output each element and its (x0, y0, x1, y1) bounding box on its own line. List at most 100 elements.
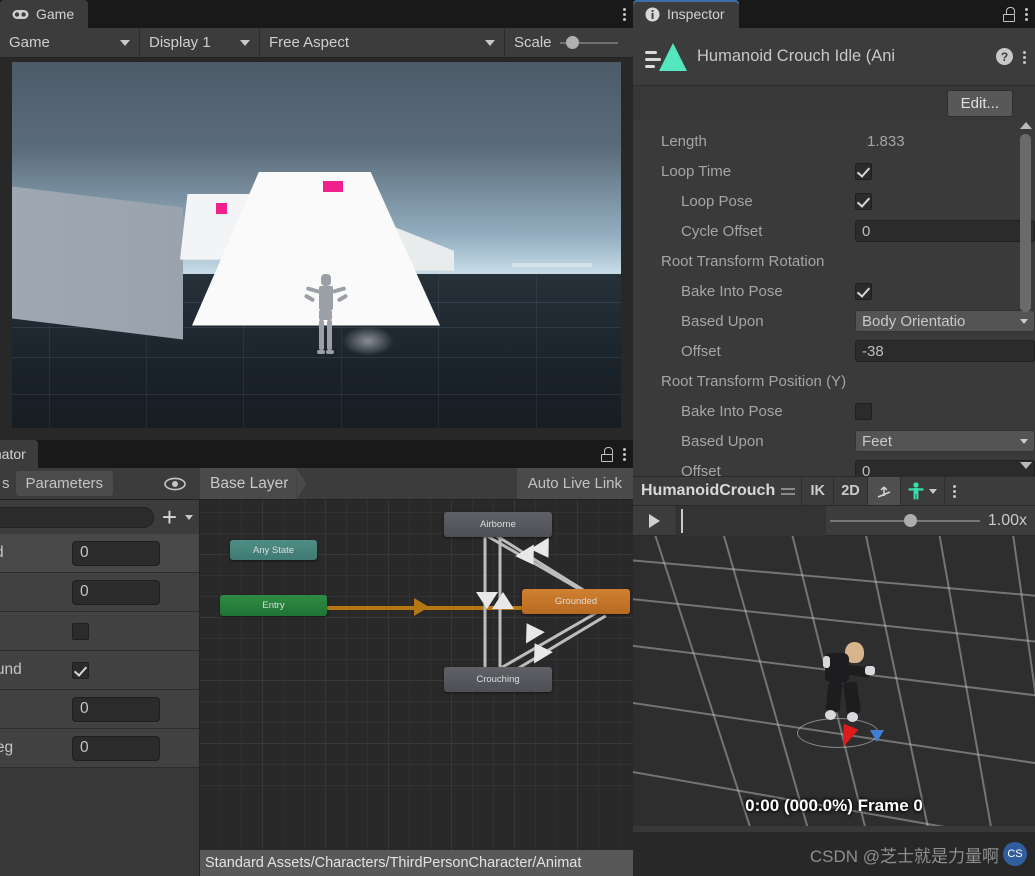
inspector-scroll-thumb[interactable] (1020, 134, 1031, 312)
rot-bake-checkbox[interactable] (855, 282, 872, 300)
state-node-crouching[interactable]: Crouching (444, 667, 552, 692)
cycle-offset-field[interactable]: 0 (855, 220, 1035, 242)
parameter-row-jumpleg[interactable]: npLeg 0 (0, 729, 199, 768)
preview-viewport[interactable]: 0:00 (000.0%) Frame 0 (633, 536, 1035, 826)
parameter-name: npLeg (0, 739, 14, 756)
preview-drag-handle[interactable] (775, 477, 801, 505)
parameter-row-onground[interactable]: Ground (0, 651, 199, 690)
page-title: Humanoid Crouch Idle (Ani (697, 47, 896, 65)
preview-menu-button[interactable] (943, 477, 966, 505)
parameter-value-field[interactable]: 0 (72, 735, 160, 761)
game-aspect-dropdown[interactable]: Free Aspect (260, 28, 505, 57)
parameter-checkbox[interactable] (72, 622, 89, 640)
play-icon (649, 513, 660, 528)
posy-based-value: Feet (862, 432, 893, 450)
state-node-label: Grounded (554, 596, 598, 607)
speed-slider-track[interactable] (829, 514, 980, 527)
game-viewmode-dropdown[interactable]: Game (0, 28, 140, 57)
parameter-value-field[interactable]: 0 (72, 579, 160, 605)
game-render-area (12, 62, 621, 428)
avatar-mask-button[interactable] (899, 477, 944, 505)
loop-pose-checkbox[interactable] (855, 192, 872, 210)
preview-menu-icon[interactable] (953, 483, 957, 499)
tab-game[interactable]: Game (0, 0, 89, 28)
posy-based-label: Based Upon (681, 432, 764, 450)
scale-slider-knob[interactable] (565, 36, 579, 49)
state-node-any-state[interactable]: Any State (230, 540, 317, 560)
parameter-row-jump[interactable]: np 0 (0, 690, 199, 729)
lock-icon[interactable] (600, 446, 614, 462)
parameter-value-field[interactable]: 0 (72, 540, 160, 566)
inspector-tabbar: Inspector (633, 0, 1035, 28)
animator-body: me + ward 0 n 0 uch Ground (0, 500, 633, 876)
transition-arrow-icon (492, 592, 514, 609)
loop-pose-label: Loop Pose (681, 192, 753, 210)
game-scale-slider[interactable]: Scale (505, 28, 633, 57)
tab-animator-label: mator (0, 446, 26, 462)
auto-live-link-button[interactable]: Auto Live Link (516, 468, 633, 499)
chevron-down-icon[interactable] (185, 514, 193, 520)
lock-icon[interactable] (1002, 6, 1016, 22)
subtab-parameters[interactable]: Parameters (15, 471, 114, 496)
pivot-button[interactable] (866, 477, 900, 505)
ik-button[interactable]: IK (801, 477, 833, 505)
breadcrumb-base-layer: Base Layer (210, 474, 289, 492)
tab-animator[interactable]: mator (0, 440, 38, 468)
timeline-playhead[interactable] (681, 508, 683, 533)
row-posy-based: Based Upon Feet (633, 426, 1035, 456)
game-view-canvas[interactable] (12, 62, 621, 428)
rot-based-dropdown[interactable]: Body Orientatio (855, 310, 1035, 332)
inspector-component-menu-icon[interactable] (1023, 49, 1027, 65)
state-machine-graph[interactable]: Any State Entry Airborne Grounded Crouch… (200, 500, 633, 876)
parameter-row-forward[interactable]: ward 0 (0, 534, 199, 573)
animator-panel: mator s Parameters Base Layer (0, 440, 633, 876)
state-node-airborne[interactable]: Airborne (444, 512, 552, 537)
inspector-tabbar-actions (1002, 0, 1029, 28)
parameter-checkbox[interactable] (72, 661, 89, 679)
posy-based-dropdown[interactable]: Feet (855, 430, 1035, 452)
animator-status-bar: Standard Assets/Characters/ThirdPersonCh… (200, 850, 633, 876)
row-posy-bake: Bake Into Pose (633, 396, 1035, 426)
length-value: 1.833 (867, 132, 905, 150)
parameters-pane: me + ward 0 n 0 uch Ground (0, 500, 200, 876)
parameter-search-input[interactable]: me (0, 506, 154, 528)
speed-slider-knob[interactable] (903, 514, 917, 527)
marker-pink-1 (323, 180, 343, 192)
add-parameter-button[interactable]: + (162, 504, 177, 530)
state-node-entry[interactable]: Entry (220, 595, 327, 616)
parameter-row-turn[interactable]: n 0 (0, 573, 199, 612)
help-icon[interactable]: ? (996, 48, 1013, 65)
inspector-properties: Length 1.833 30 FPS Loop Time Loop Pose … (633, 120, 1035, 482)
row-rot-bake: Bake Into Pose (633, 276, 1035, 306)
game-tabbar-actions (623, 0, 627, 28)
watermark-text: CSDN @芝士就是力量啊 (809, 846, 999, 866)
animator-menu-icon[interactable] (623, 446, 627, 462)
scroll-down-arrow-icon[interactable] (1020, 462, 1032, 469)
row-cycle-offset: Cycle Offset 0 (633, 216, 1035, 246)
inspector-menu-icon[interactable] (1025, 6, 1029, 22)
avatar-humanoid-icon (908, 482, 924, 500)
state-node-grounded[interactable]: Grounded (522, 589, 630, 614)
play-button[interactable] (633, 505, 677, 536)
breadcrumb[interactable]: Base Layer (200, 468, 307, 499)
posy-bake-checkbox[interactable] (855, 402, 872, 420)
inspector-scrollbar[interactable] (1020, 120, 1033, 475)
chevron-down-icon (240, 39, 250, 46)
eye-icon[interactable] (164, 477, 186, 491)
left-wall-geometry (12, 186, 183, 340)
scroll-up-arrow-icon[interactable] (1020, 122, 1032, 129)
parameter-value-field[interactable]: 0 (72, 696, 160, 722)
game-menu-icon[interactable] (623, 6, 627, 22)
rot-based-value: Body Orientatio (862, 312, 966, 330)
loop-time-checkbox[interactable] (855, 162, 872, 180)
preview-timeline[interactable] (677, 505, 826, 536)
parameter-row-crouch[interactable]: uch (0, 612, 199, 651)
row-length: Length 1.833 30 FPS (633, 126, 1035, 156)
subtab-layers-partial[interactable]: s (2, 475, 10, 492)
two-d-button[interactable]: 2D (833, 477, 867, 505)
edit-button[interactable]: Edit... (946, 89, 1013, 117)
game-display-dropdown[interactable]: Display 1 (140, 28, 260, 57)
rot-offset-field[interactable]: -38 (855, 340, 1035, 362)
tab-inspector[interactable]: Inspector (633, 0, 739, 28)
scale-slider-track[interactable] (559, 36, 618, 49)
